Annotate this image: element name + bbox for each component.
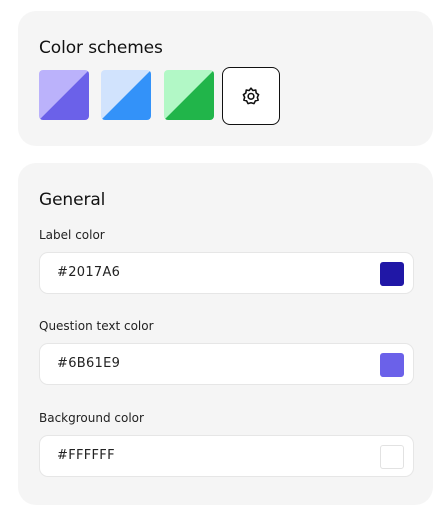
question-text-color-label: Question text color xyxy=(39,319,154,333)
background-color-label: Background color xyxy=(39,411,144,425)
label-color-swatch[interactable] xyxy=(380,262,404,286)
gear-icon xyxy=(242,87,260,105)
scheme-swatch-green[interactable] xyxy=(164,70,214,120)
question-text-color-value: #6B61E9 xyxy=(57,356,121,371)
scheme-swatch-purple[interactable] xyxy=(39,70,89,120)
general-panel: General Label color #2017A6 Question tex… xyxy=(18,163,433,505)
label-color-field[interactable]: #2017A6 xyxy=(39,252,414,294)
question-text-color-swatch[interactable] xyxy=(380,353,404,377)
background-color-value: #FFFFFF xyxy=(57,448,115,463)
scheme-swatch-blue-graphic xyxy=(101,70,151,120)
label-color-value: #2017A6 xyxy=(57,265,121,280)
color-schemes-panel: Color schemes xyxy=(18,11,433,146)
label-color-label: Label color xyxy=(39,228,105,242)
custom-scheme-settings-button[interactable] xyxy=(222,67,280,125)
scheme-swatch-blue[interactable] xyxy=(101,70,151,120)
scheme-swatch-green-graphic xyxy=(164,70,214,120)
question-text-color-field[interactable]: #6B61E9 xyxy=(39,343,414,385)
background-color-field[interactable]: #FFFFFF xyxy=(39,435,414,477)
general-title: General xyxy=(39,190,106,210)
scheme-swatch-purple-graphic xyxy=(39,70,89,120)
background-color-swatch[interactable] xyxy=(380,445,404,469)
color-schemes-title: Color schemes xyxy=(39,38,163,58)
